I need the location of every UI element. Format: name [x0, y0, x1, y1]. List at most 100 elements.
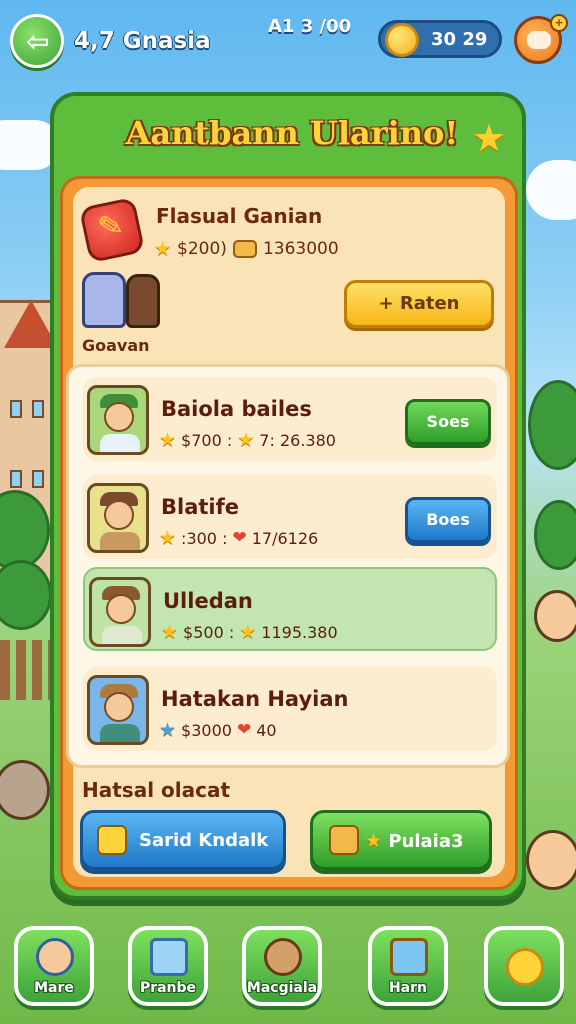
- star-icon: ★: [159, 429, 177, 451]
- level-stat: A1 3 /00: [268, 16, 352, 37]
- head: [104, 500, 134, 530]
- pencil-icon: [97, 825, 127, 855]
- friends-label: Goavan: [82, 336, 150, 355]
- character-avatar-icon: [87, 385, 149, 455]
- nav-item-smiley[interactable]: [484, 926, 564, 1006]
- background-tree: [534, 500, 576, 570]
- avatar-icon: [36, 938, 74, 976]
- head: [106, 594, 136, 624]
- play-button-text: Pulaia3: [388, 831, 464, 852]
- list-item-name: Ulledan: [163, 589, 253, 613]
- cloud-right: [526, 160, 576, 220]
- back-arrow-icon: ⇦: [26, 25, 50, 58]
- rate-button[interactable]: + Raten: [344, 280, 494, 328]
- star-icon: ★: [159, 719, 177, 741]
- featured-price: $200): [177, 239, 227, 259]
- nav-label: Mare: [34, 980, 74, 996]
- coin-counter[interactable]: 30 29: [378, 20, 502, 58]
- heart-icon: ❤: [236, 720, 252, 740]
- smiley-icon: [506, 948, 544, 986]
- mouse-character: [0, 760, 50, 820]
- chest-icon: [390, 938, 428, 976]
- star-icon: ★: [161, 621, 179, 643]
- nav-item-macgiala[interactable]: Macgiala: [242, 926, 322, 1006]
- list-item-stats: ★ $500 : ★ 1195.380: [161, 621, 338, 643]
- star-icon: ★: [159, 527, 177, 549]
- panel-title: Aantbann Ularino!: [125, 114, 459, 152]
- back-button[interactable]: ⇦: [10, 14, 64, 68]
- building-window: [10, 470, 22, 488]
- list-item-name: Baiola bailes: [161, 397, 312, 421]
- background-tree: [528, 380, 576, 470]
- list-item-price: $700 :: [181, 430, 233, 450]
- coin-icon: [385, 23, 419, 57]
- list-item[interactable]: Hatakan Hayian ★ $3000 ❤ 40: [83, 667, 497, 751]
- coin-value: 30 29: [431, 29, 488, 50]
- cube-icon: [150, 938, 188, 976]
- list-item-amount: 1195.380: [261, 622, 338, 642]
- list-item-price: $3000: [181, 720, 232, 740]
- list-item-amount: 40: [256, 720, 277, 740]
- shield-icon: [329, 825, 359, 855]
- list-item[interactable]: Baiola bailes ★ $700 : ★ 7: 26.380 Soes: [83, 377, 497, 461]
- heart-icon: ❤: [232, 528, 247, 548]
- list-item-price: :300 :: [181, 528, 228, 548]
- play-button-label: ★ Pulaia3: [365, 830, 464, 852]
- kid-character: [534, 590, 576, 642]
- body: [102, 626, 142, 644]
- nav-item-mare[interactable]: Mare: [14, 926, 94, 1006]
- featured-stats: ★ $200) 1363000: [154, 238, 339, 260]
- list-item[interactable]: Blatife ★ :300 : ❤ 17/6126 Boes: [83, 475, 497, 559]
- building-window: [32, 400, 44, 418]
- nav-label: Macgiala: [246, 980, 318, 996]
- list-item-stats: ★ :300 : ❤ 17/6126: [159, 527, 318, 549]
- body: [100, 532, 140, 550]
- girl-character: [526, 830, 576, 890]
- gift-box-icon: [232, 240, 257, 258]
- character-avatar-icon: [87, 483, 149, 553]
- building-window: [10, 400, 22, 418]
- list-item[interactable]: Ulledan ★ $500 : ★ 1195.380: [83, 567, 497, 651]
- list-item-name: Blatife: [161, 495, 239, 519]
- star-icon: ★: [239, 621, 257, 643]
- list-item-action-button[interactable]: Soes: [405, 399, 491, 445]
- friends-group: [82, 272, 162, 330]
- play-button[interactable]: ★ Pulaia3: [310, 810, 492, 870]
- send-button[interactable]: Sarid Kndalk: [80, 810, 286, 870]
- list-item-amount: 17/6126: [251, 528, 319, 548]
- list-item-price: $500 :: [183, 622, 235, 642]
- character-avatar-icon: [89, 577, 151, 647]
- star-icon: ★: [365, 830, 383, 852]
- friend-avatar: [82, 272, 126, 328]
- star-icon: ★: [237, 429, 255, 451]
- friend-avatar: [126, 274, 160, 328]
- nav-label: Harn: [388, 980, 428, 996]
- top-bar: ⇦ 4,7 Gnasia A1 3 /00 30 29 +: [0, 0, 576, 80]
- featured-title: Flasual Ganian: [156, 204, 323, 228]
- character-list: Baiola bailes ★ $700 : ★ 7: 26.380 Soes …: [66, 364, 510, 768]
- featured-amount: 1363000: [262, 239, 339, 259]
- body: [100, 724, 140, 742]
- nav-item-pranbe[interactable]: Pranbe: [128, 926, 208, 1006]
- list-item-stats: ★ $700 : ★ 7: 26.380: [159, 429, 336, 451]
- star-icon: ★: [154, 238, 172, 260]
- nav-item-harn[interactable]: Harn: [368, 926, 448, 1006]
- notification-badge: +: [550, 14, 568, 32]
- list-item-stats: ★ $3000 ❤ 40: [159, 719, 277, 741]
- list-item-action-button[interactable]: Boes: [405, 497, 491, 543]
- section-label: Hatsal olacat: [82, 778, 231, 802]
- body: [100, 434, 140, 452]
- player-name: 4,7 Gnasia: [74, 28, 211, 54]
- mascot-icon: [264, 938, 302, 976]
- rate-button-label: Raten: [399, 293, 460, 314]
- avatar-face: [527, 31, 551, 49]
- list-item-amount: 7: 26.380: [259, 430, 336, 450]
- list-item-name: Hatakan Hayian: [161, 687, 349, 711]
- nav-label: Pranbe: [139, 980, 197, 996]
- building-window: [32, 470, 44, 488]
- head: [104, 692, 134, 722]
- character-avatar-icon: [87, 675, 149, 745]
- star-icon: ★: [472, 116, 507, 160]
- send-button-label: Sarid Kndalk: [139, 830, 269, 851]
- head: [104, 402, 134, 432]
